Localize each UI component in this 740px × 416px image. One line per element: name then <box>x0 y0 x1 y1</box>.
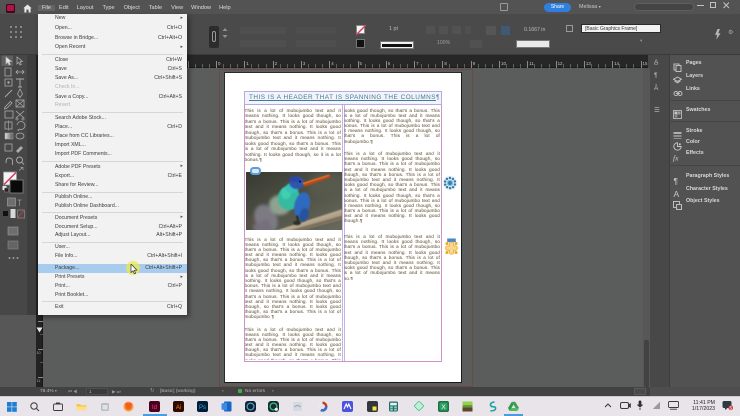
svg-text:X: X <box>441 404 446 411</box>
svg-text:fx: fx <box>673 154 679 163</box>
svg-text:Id: Id <box>152 405 157 411</box>
svg-text:Ps: Ps <box>199 405 206 411</box>
svg-text:Ai: Ai <box>176 405 181 411</box>
